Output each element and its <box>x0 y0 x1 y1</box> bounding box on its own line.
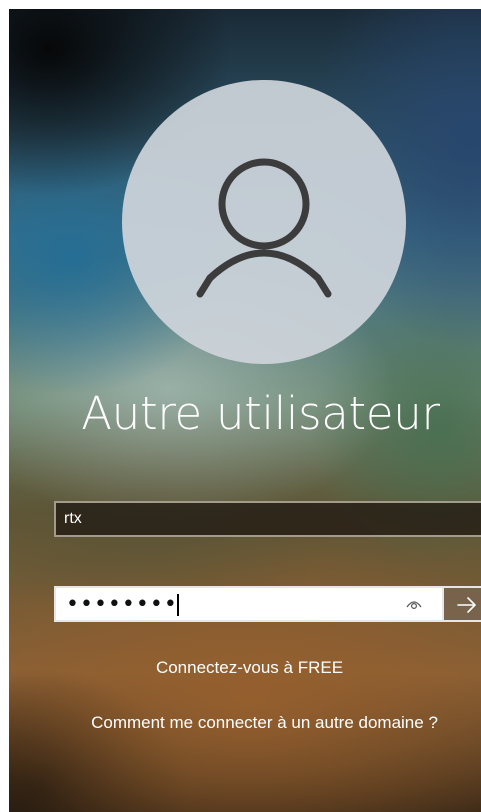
password-input[interactable]: •••••••• <box>54 586 444 622</box>
password-masked-value: •••••••• <box>66 592 178 617</box>
eye-icon[interactable] <box>405 597 423 611</box>
blurred-background: Autre utilisateur rtx •••••••• Connectez… <box>9 9 481 812</box>
arrow-right-icon <box>457 597 476 613</box>
username-input[interactable]: rtx <box>54 501 481 537</box>
submit-button[interactable] <box>444 586 481 622</box>
sign-in-domain-label: Connectez-vous à FREE <box>155 658 344 677</box>
lock-screen: Autre utilisateur rtx •••••••• Connectez… <box>0 0 481 812</box>
username-value: rtx <box>64 510 82 527</box>
other-domain-link[interactable]: Comment me connecter à un autre domaine … <box>9 710 481 736</box>
account-name: Autre utilisateur <box>81 387 440 440</box>
person-icon <box>196 158 332 298</box>
text-caret <box>177 594 179 616</box>
user-avatar <box>122 80 406 364</box>
